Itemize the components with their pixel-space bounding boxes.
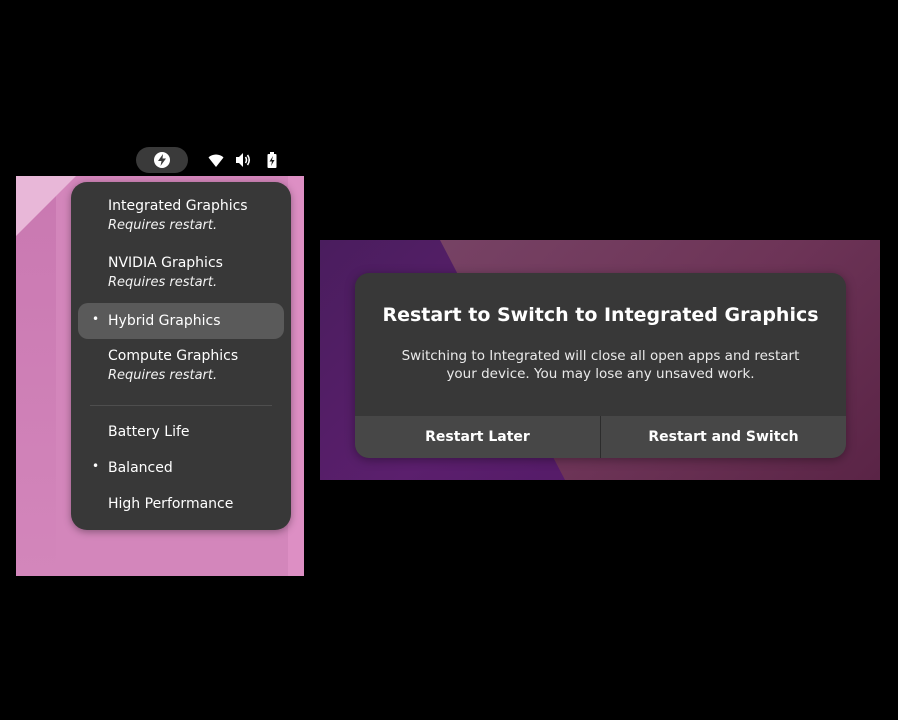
power-graphics-menu: Integrated Graphics Requires restart. NV… bbox=[71, 182, 291, 530]
menu-item-label: Balanced bbox=[108, 460, 173, 476]
menu-separator bbox=[90, 405, 272, 406]
menu-item-sublabel: Requires restart. bbox=[108, 368, 218, 383]
restart-dialog: Restart to Switch to Integrated Graphics… bbox=[355, 273, 846, 458]
menu-item-compute-graphics[interactable]: Compute Graphics Requires restart. bbox=[78, 346, 284, 390]
menu-item-nvidia-graphics[interactable]: NVIDIA Graphics Requires restart. bbox=[78, 253, 284, 297]
menu-item-battery-life[interactable]: Battery Life bbox=[78, 422, 284, 444]
restart-later-button[interactable]: Restart Later bbox=[355, 416, 600, 458]
volume-icon[interactable] bbox=[235, 151, 253, 169]
battery-charging-icon[interactable] bbox=[263, 151, 281, 169]
menu-item-label: NVIDIA Graphics bbox=[108, 255, 223, 271]
dialog-title: Restart to Switch to Integrated Graphics bbox=[382, 304, 819, 326]
dialog-body: Switching to Integrated will close all o… bbox=[401, 348, 800, 382]
restart-and-switch-button[interactable]: Restart and Switch bbox=[601, 416, 846, 458]
menu-item-label: Compute Graphics bbox=[108, 348, 239, 364]
power-profile-icon bbox=[154, 152, 170, 168]
menu-item-sublabel: Requires restart. bbox=[108, 218, 218, 233]
menu-item-integrated-graphics[interactable]: Integrated Graphics Requires restart. bbox=[78, 196, 284, 240]
menu-item-label: Integrated Graphics bbox=[108, 198, 248, 214]
menu-item-label: Battery Life bbox=[108, 424, 190, 440]
menu-item-high-performance[interactable]: High Performance bbox=[78, 494, 284, 516]
menu-item-label: Hybrid Graphics bbox=[108, 313, 221, 329]
power-profile-indicator[interactable] bbox=[136, 147, 188, 173]
selected-bullet-icon: • bbox=[92, 312, 100, 326]
wifi-icon[interactable] bbox=[207, 151, 225, 169]
selected-bullet-icon: • bbox=[92, 459, 100, 473]
wallpaper-shape bbox=[16, 176, 56, 576]
menu-item-hybrid-graphics[interactable]: • Hybrid Graphics bbox=[78, 303, 284, 339]
menu-item-label: High Performance bbox=[108, 496, 234, 512]
menu-item-sublabel: Requires restart. bbox=[108, 275, 218, 290]
menu-item-balanced[interactable]: • Balanced bbox=[78, 458, 284, 480]
